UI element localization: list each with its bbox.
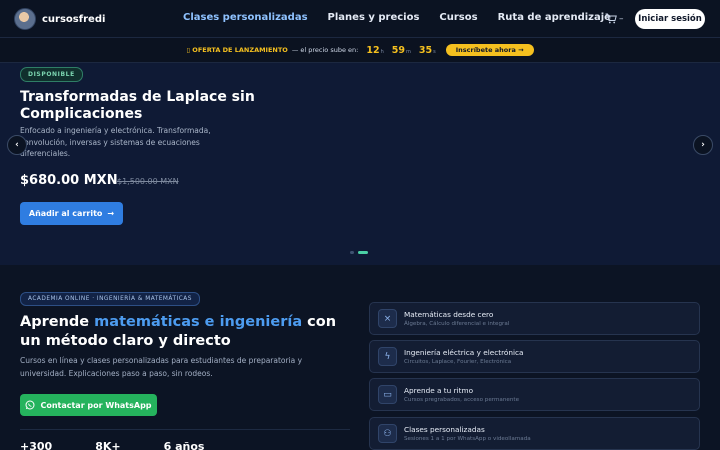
stat-value: 8K+ — [95, 440, 121, 450]
intro-title: Aprende matemáticas e ingeniería con un … — [20, 314, 337, 349]
section-tag: ACADEMIA ONLINE · INGENIERÍA & MATEMÁTIC… — [20, 292, 200, 306]
math-icon: × — [378, 309, 397, 328]
feature-title: Clases personalizadas — [404, 425, 485, 434]
login-button[interactable]: Iniciar sesión — [635, 9, 705, 29]
feature-title: Ingeniería eléctrica y electrónica — [404, 348, 524, 357]
lightning-icon: ϟ — [378, 347, 397, 366]
arrow-right-icon: → — [107, 209, 115, 218]
feature-title: Aprende a tu ritmo — [404, 386, 474, 395]
enroll-now-button[interactable]: Inscríbete ahora → — [445, 44, 534, 56]
promo-bar: ▯ OFERTA DE LANZAMIENTO — el precio sube… — [0, 38, 720, 63]
chevron-right-icon: › — [701, 140, 705, 150]
stats-row: +300 8K+ 6 años — [20, 440, 204, 450]
divider — [20, 429, 350, 430]
monitor-icon: ▭ — [378, 385, 397, 404]
feature-card-personal-classes[interactable]: ⚇ Clases personalizadas Sesiones 1 a 1 p… — [369, 417, 700, 450]
carousel-prev-button[interactable]: ‹ — [7, 135, 27, 155]
status-badge: DISPONIBLE — [20, 67, 83, 82]
feature-title: Matemáticas desde cero — [404, 310, 494, 319]
course-description: Enfocado a ingeniería y electrónica. Tra… — [20, 126, 211, 158]
promo-flag: ▯ OFERTA DE LANZAMIENTO — [186, 46, 288, 54]
carousel-dot[interactable] — [350, 251, 354, 254]
feature-card-math[interactable]: × Matemáticas desde cero Álgebra, Cálcul… — [369, 302, 700, 335]
users-icon: ⚇ — [378, 424, 397, 443]
nav-cursos[interactable]: Cursos — [439, 12, 477, 23]
countdown-seconds: 35 s — [418, 44, 436, 56]
course-old-price: $1,500.00 MXN — [117, 177, 179, 186]
stat-value: +300 — [20, 440, 53, 450]
stat-value: 6 años — [163, 440, 205, 450]
nav-clases-personalizadas[interactable]: Clases personalizadas — [183, 12, 308, 23]
nav-ruta-de-aprendizaje[interactable]: Ruta de aprendizaje — [498, 12, 611, 23]
feature-subtitle: Cursos pregrabados, acceso permanente — [404, 397, 520, 403]
feature-subtitle: Circuitos, Laplace, Fourier, Electrónica — [404, 359, 512, 365]
feature-subtitle: Álgebra, Cálculo diferencial e integral — [404, 321, 510, 327]
intro-section: ACADEMIA ONLINE · INGENIERÍA & MATEMÁTIC… — [0, 265, 720, 450]
course-price: $680.00 MXN — [20, 173, 118, 188]
logo[interactable]: cursosfredi — [14, 8, 105, 30]
hero-carousel: DISPONIBLE Transformadas de Laplace sin … — [0, 63, 720, 265]
whatsapp-icon — [25, 400, 35, 410]
carousel-next-button[interactable]: › — [693, 135, 713, 155]
cart-count: – — [619, 13, 624, 24]
cart-icon — [605, 13, 617, 24]
countdown-hours: 12 h — [366, 44, 384, 56]
promo-description: — el precio sube en: — [291, 46, 359, 54]
fire-icon: ▯ — [186, 46, 191, 54]
feature-subtitle: Sesiones 1 a 1 por WhatsApp o videollama… — [404, 436, 531, 442]
avatar — [14, 8, 36, 30]
chevron-left-icon: ‹ — [15, 140, 19, 150]
logo-text: cursosfredi — [42, 13, 106, 25]
feature-card-self-paced[interactable]: ▭ Aprende a tu ritmo Cursos pregrabados,… — [369, 378, 700, 411]
countdown-minutes: 59 m — [391, 44, 411, 56]
add-to-cart-button[interactable]: Añadir al carrito → — [20, 202, 123, 225]
whatsapp-contact-button[interactable]: Contactar por WhatsApp — [20, 394, 157, 416]
main-nav: Clases personalizadas Planes y precios C… — [183, 12, 611, 23]
intro-description: Cursos en línea y clases personalizadas … — [20, 356, 303, 378]
nav-planes-y-precios[interactable]: Planes y precios — [328, 12, 420, 23]
carousel-dots — [350, 251, 368, 254]
feature-card-engineering[interactable]: ϟ Ingeniería eléctrica y electrónica Cir… — [369, 340, 700, 373]
cart-button[interactable]: – — [605, 13, 624, 24]
site-header: cursosfredi Clases personalizadas Planes… — [0, 0, 720, 38]
carousel-dot-active[interactable] — [358, 251, 368, 254]
course-title: Transformadas de Laplace sin Complicacio… — [20, 89, 255, 122]
